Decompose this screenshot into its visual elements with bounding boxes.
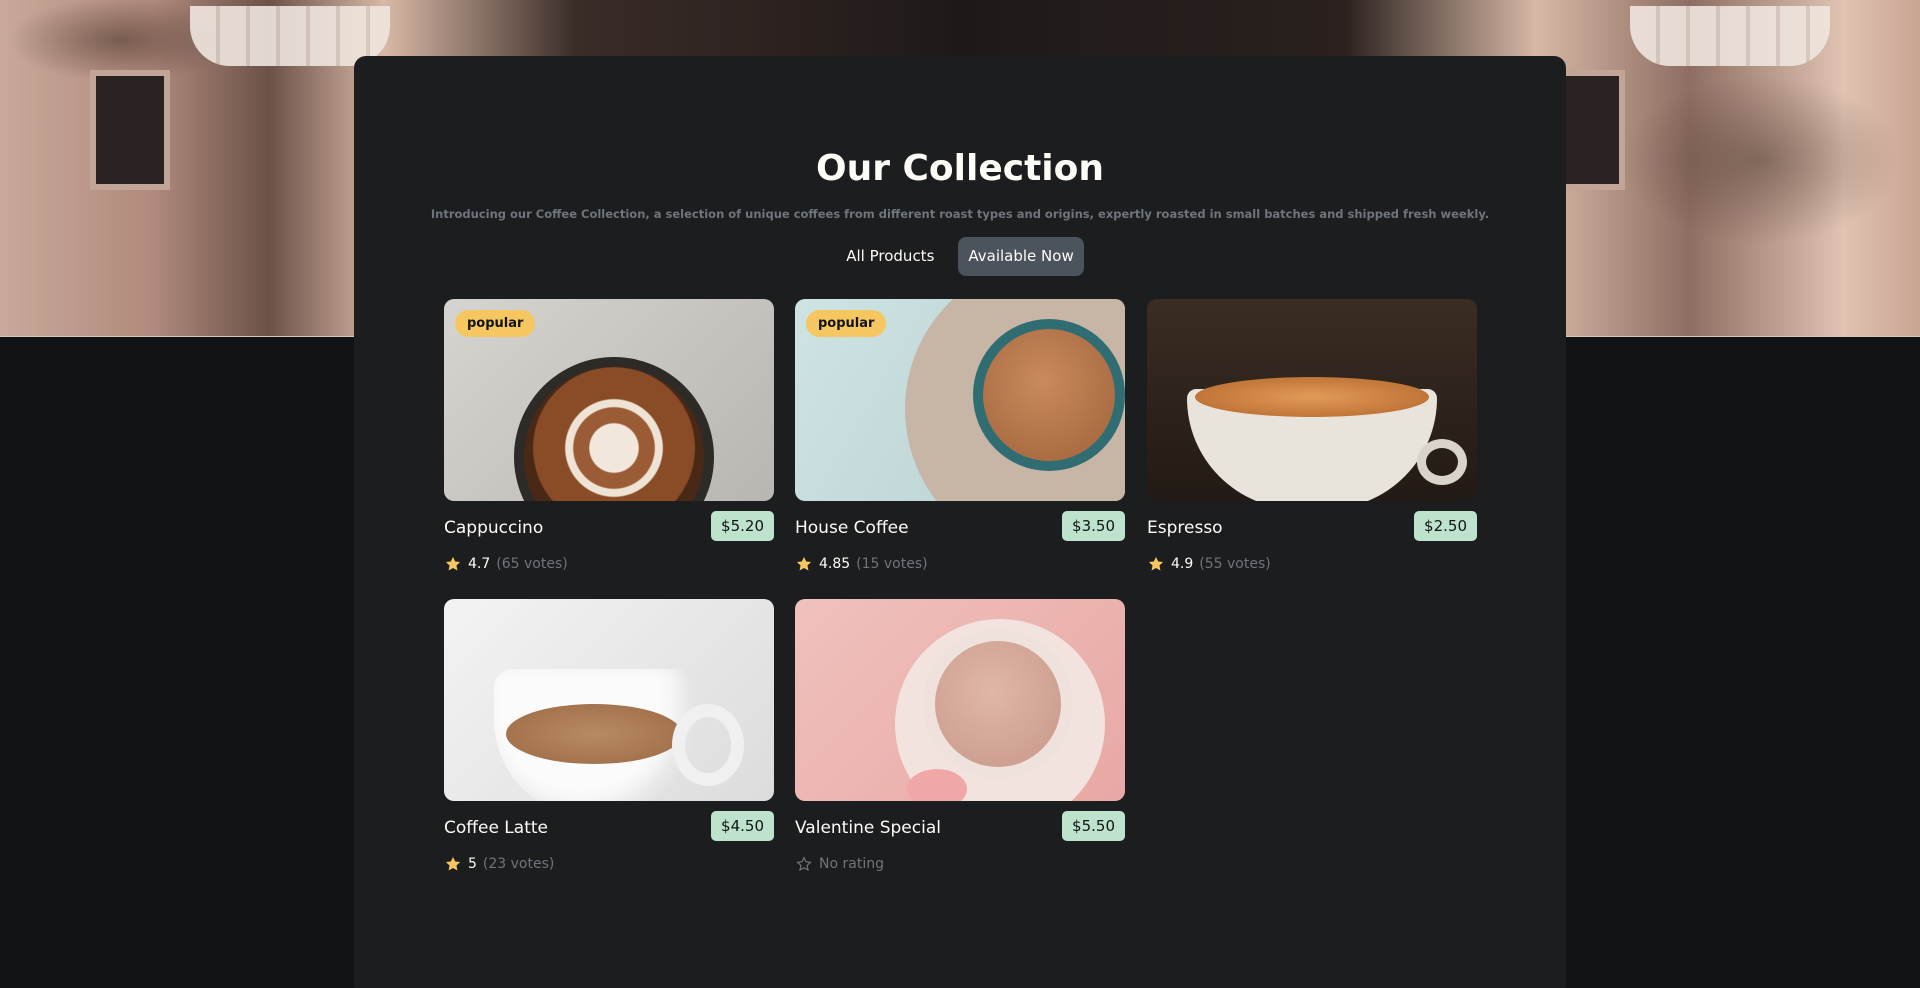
tab-all-products[interactable]: All Products — [836, 237, 944, 276]
product-card-coffee-latte[interactable]: Coffee Latte $4.50 5 (23 votes) — [444, 599, 774, 872]
collection-panel: Our Collection Introducing our Coffee Co… — [354, 56, 1566, 988]
product-name: House Coffee — [795, 518, 909, 538]
rating-value: 4.9 — [1171, 556, 1194, 572]
rating-votes: (15 votes) — [856, 556, 928, 572]
product-price: $5.50 — [1062, 811, 1125, 841]
product-rating: No rating — [795, 855, 884, 873]
product-image: popular — [795, 299, 1125, 501]
product-name: Espresso — [1147, 518, 1223, 538]
star-filled-icon — [445, 556, 461, 571]
crema — [1195, 377, 1429, 417]
product-image — [444, 599, 774, 801]
product-card-house-coffee[interactable]: popular House Coffee $3.50 4.85 (15 vote… — [795, 299, 1125, 572]
product-name: Valentine Special — [795, 818, 941, 838]
no-rating-label: No rating — [819, 856, 884, 872]
page-subtitle: Introducing our Coffee Collection, a sel… — [430, 207, 1490, 221]
rating-votes: (65 votes) — [496, 556, 568, 572]
product-price: $3.50 — [1062, 511, 1125, 541]
product-rating: 4.9 (55 votes) — [1147, 555, 1271, 573]
product-card-espresso[interactable]: Espresso $2.50 4.9 (55 votes) — [1147, 299, 1477, 572]
rating-value: 5 — [468, 856, 477, 872]
rose-decoration — [907, 769, 967, 801]
filter-tabs: All Products Available Now — [354, 237, 1566, 276]
popular-badge: popular — [806, 310, 887, 337]
popular-badge: popular — [455, 310, 536, 337]
star-filled-icon — [796, 556, 812, 571]
coffee-surface — [506, 704, 682, 764]
coffee-surface — [935, 641, 1061, 767]
page-title: Our Collection — [815, 148, 1105, 189]
product-rating: 4.85 (15 votes) — [795, 555, 928, 573]
cup-handle — [672, 704, 744, 786]
product-image: popular — [444, 299, 774, 501]
awning-right — [1630, 6, 1830, 66]
product-image — [795, 599, 1125, 801]
product-rating: 4.7 (65 votes) — [444, 555, 568, 573]
cup-handle — [1417, 439, 1467, 485]
product-image — [1147, 299, 1477, 501]
tab-available-now[interactable]: Available Now — [958, 237, 1084, 276]
window-left — [90, 70, 170, 190]
star-outline-icon — [796, 856, 812, 872]
rating-votes: (55 votes) — [1199, 556, 1271, 572]
coffee-surface — [983, 329, 1115, 461]
product-card-valentine-special[interactable]: Valentine Special $5.50 No rating — [795, 599, 1125, 872]
product-price: $5.20 — [711, 511, 774, 541]
rating-votes: (23 votes) — [482, 856, 555, 872]
rating-value: 4.7 — [468, 556, 491, 572]
product-rating: 5 (23 votes) — [444, 855, 554, 873]
star-filled-icon — [1148, 556, 1164, 571]
product-name: Coffee Latte — [444, 818, 548, 838]
product-price: $2.50 — [1414, 511, 1477, 541]
rating-value: 4.85 — [819, 556, 851, 572]
product-card-cappuccino[interactable]: popular Cappuccino $5.20 4.7 (65 votes) — [444, 299, 774, 572]
product-price: $4.50 — [711, 811, 774, 841]
product-name: Cappuccino — [444, 518, 544, 538]
star-filled-icon — [445, 856, 461, 871]
